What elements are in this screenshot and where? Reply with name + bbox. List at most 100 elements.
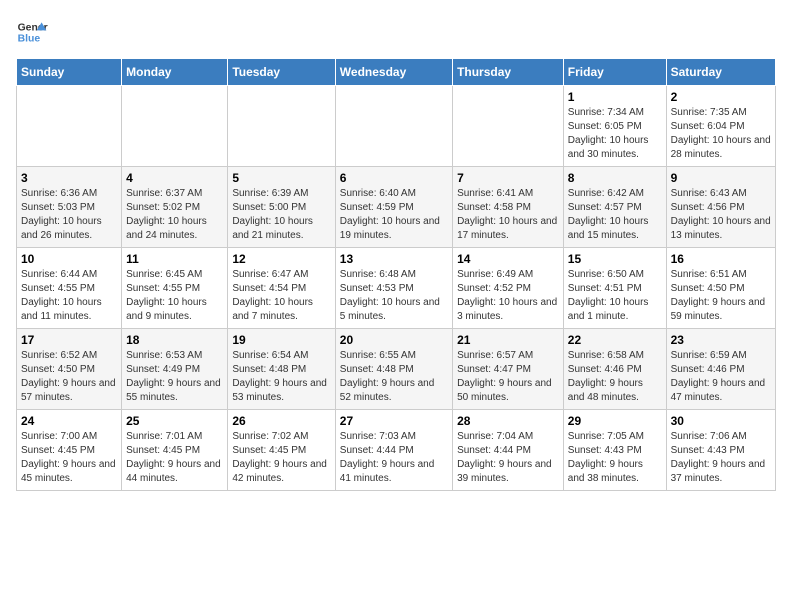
day-info: Sunrise: 6:45 AM Sunset: 4:55 PM Dayligh… bbox=[126, 268, 223, 324]
day-number: 13 bbox=[340, 252, 448, 266]
day-info: Sunrise: 6:41 AM Sunset: 4:58 PM Dayligh… bbox=[457, 187, 559, 243]
day-number: 12 bbox=[232, 252, 330, 266]
calendar-cell: 12Sunrise: 6:47 AM Sunset: 4:54 PM Dayli… bbox=[228, 248, 335, 329]
calendar-header-wednesday: Wednesday bbox=[335, 59, 452, 86]
day-info: Sunrise: 6:49 AM Sunset: 4:52 PM Dayligh… bbox=[457, 268, 559, 324]
calendar-week-row: 1 Sunrise: 7:34 AM Sunset: 6:05 PM Daylig… bbox=[17, 86, 776, 167]
calendar-cell: 23 Sunrise: 6:59 AM Sunset: 4:46 PM Dayli… bbox=[666, 329, 775, 410]
calendar-cell: 10Sunrise: 6:44 AM Sunset: 4:55 PM Dayli… bbox=[17, 248, 122, 329]
calendar-cell: 14 Sunrise: 6:49 AM Sunset: 4:52 PM Dayli… bbox=[453, 248, 564, 329]
day-number: 18 bbox=[126, 333, 223, 347]
day-info: Sunrise: 7:34 AM Sunset: 6:05 PM Dayligh… bbox=[568, 106, 662, 162]
day-number: 26 bbox=[232, 414, 330, 428]
day-number: 23 bbox=[671, 333, 771, 347]
day-number: 5 bbox=[232, 171, 330, 185]
calendar-cell bbox=[17, 86, 122, 167]
calendar-cell: 6Sunrise: 6:40 AM Sunset: 4:59 PM Daylig… bbox=[335, 167, 452, 248]
day-number: 8 bbox=[568, 171, 662, 185]
calendar-body: 1 Sunrise: 7:34 AM Sunset: 6:05 PM Daylig… bbox=[17, 86, 776, 491]
day-info: Sunrise: 7:35 AM Sunset: 6:04 PM Dayligh… bbox=[671, 106, 771, 162]
calendar-cell: 29 Sunrise: 7:05 AM Sunset: 4:43 PM Dayli… bbox=[563, 410, 666, 491]
day-number: 29 bbox=[568, 414, 662, 428]
day-info: Sunrise: 6:37 AM Sunset: 5:02 PM Dayligh… bbox=[126, 187, 223, 243]
day-number: 24 bbox=[21, 414, 117, 428]
day-info: Sunrise: 6:50 AM Sunset: 4:51 PM Dayligh… bbox=[568, 268, 662, 324]
day-info: Sunrise: 6:48 AM Sunset: 4:53 PM Dayligh… bbox=[340, 268, 448, 324]
day-number: 19 bbox=[232, 333, 330, 347]
day-info: Sunrise: 6:58 AM Sunset: 4:46 PM Dayligh… bbox=[568, 349, 662, 405]
day-info: Sunrise: 6:36 AM Sunset: 5:03 PM Dayligh… bbox=[21, 187, 117, 243]
day-number: 28 bbox=[457, 414, 559, 428]
day-number: 20 bbox=[340, 333, 448, 347]
day-number: 10 bbox=[21, 252, 117, 266]
calendar-cell: 19 Sunrise: 6:54 AM Sunset: 4:48 PM Dayli… bbox=[228, 329, 335, 410]
calendar-cell: 22 Sunrise: 6:58 AM Sunset: 4:46 PM Dayli… bbox=[563, 329, 666, 410]
logo: General Blue bbox=[16, 16, 48, 48]
calendar-cell: 1 Sunrise: 7:34 AM Sunset: 6:05 PM Daylig… bbox=[563, 86, 666, 167]
day-info: Sunrise: 6:51 AM Sunset: 4:50 PM Dayligh… bbox=[671, 268, 771, 324]
day-number: 2 bbox=[671, 90, 771, 104]
day-number: 16 bbox=[671, 252, 771, 266]
calendar-cell: 4 Sunrise: 6:37 AM Sunset: 5:02 PM Daylig… bbox=[122, 167, 228, 248]
calendar-cell bbox=[228, 86, 335, 167]
day-number: 22 bbox=[568, 333, 662, 347]
day-number: 25 bbox=[126, 414, 223, 428]
calendar-cell: 30 Sunrise: 7:06 AM Sunset: 4:43 PM Dayli… bbox=[666, 410, 775, 491]
svg-text:Blue: Blue bbox=[18, 34, 41, 45]
calendar-cell: 16 Sunrise: 6:51 AM Sunset: 4:50 PM Dayli… bbox=[666, 248, 775, 329]
calendar-cell: 2 Sunrise: 7:35 AM Sunset: 6:04 PM Daylig… bbox=[666, 86, 775, 167]
logo-icon: General Blue bbox=[16, 16, 48, 48]
calendar-week-row: 3 Sunrise: 6:36 AM Sunset: 5:03 PM Daylig… bbox=[17, 167, 776, 248]
calendar-cell: 24 Sunrise: 7:00 AM Sunset: 4:45 PM Dayli… bbox=[17, 410, 122, 491]
day-info: Sunrise: 6:40 AM Sunset: 4:59 PM Dayligh… bbox=[340, 187, 448, 243]
day-info: Sunrise: 6:43 AM Sunset: 4:56 PM Dayligh… bbox=[671, 187, 771, 243]
day-number: 15 bbox=[568, 252, 662, 266]
day-info: Sunrise: 6:53 AM Sunset: 4:49 PM Dayligh… bbox=[126, 349, 223, 405]
calendar-cell: 20 Sunrise: 6:55 AM Sunset: 4:48 PM Dayli… bbox=[335, 329, 452, 410]
day-number: 17 bbox=[21, 333, 117, 347]
day-info: Sunrise: 7:03 AM Sunset: 4:44 PM Dayligh… bbox=[340, 430, 448, 486]
day-number: 9 bbox=[671, 171, 771, 185]
day-number: 14 bbox=[457, 252, 559, 266]
day-info: Sunrise: 7:05 AM Sunset: 4:43 PM Dayligh… bbox=[568, 430, 662, 486]
calendar-cell bbox=[453, 86, 564, 167]
day-number: 4 bbox=[126, 171, 223, 185]
calendar-header-friday: Friday bbox=[563, 59, 666, 86]
day-number: 21 bbox=[457, 333, 559, 347]
calendar-header-tuesday: Tuesday bbox=[228, 59, 335, 86]
day-info: Sunrise: 7:00 AM Sunset: 4:45 PM Dayligh… bbox=[21, 430, 117, 486]
calendar-cell bbox=[335, 86, 452, 167]
calendar-cell: 13 Sunrise: 6:48 AM Sunset: 4:53 PM Dayli… bbox=[335, 248, 452, 329]
day-number: 3 bbox=[21, 171, 117, 185]
calendar-header-saturday: Saturday bbox=[666, 59, 775, 86]
calendar-week-row: 24 Sunrise: 7:00 AM Sunset: 4:45 PM Dayli… bbox=[17, 410, 776, 491]
day-number: 11 bbox=[126, 252, 223, 266]
calendar-cell: 11 Sunrise: 6:45 AM Sunset: 4:55 PM Dayli… bbox=[122, 248, 228, 329]
day-number: 7 bbox=[457, 171, 559, 185]
calendar-week-row: 10Sunrise: 6:44 AM Sunset: 4:55 PM Dayli… bbox=[17, 248, 776, 329]
day-info: Sunrise: 7:01 AM Sunset: 4:45 PM Dayligh… bbox=[126, 430, 223, 486]
calendar-week-row: 17 Sunrise: 6:52 AM Sunset: 4:50 PM Dayli… bbox=[17, 329, 776, 410]
day-info: Sunrise: 7:06 AM Sunset: 4:43 PM Dayligh… bbox=[671, 430, 771, 486]
calendar-cell: 5 Sunrise: 6:39 AM Sunset: 5:00 PM Daylig… bbox=[228, 167, 335, 248]
day-info: Sunrise: 7:04 AM Sunset: 4:44 PM Dayligh… bbox=[457, 430, 559, 486]
calendar-cell: 28 Sunrise: 7:04 AM Sunset: 4:44 PM Dayli… bbox=[453, 410, 564, 491]
calendar-cell: 18 Sunrise: 6:53 AM Sunset: 4:49 PM Dayli… bbox=[122, 329, 228, 410]
day-number: 1 bbox=[568, 90, 662, 104]
calendar-cell bbox=[122, 86, 228, 167]
calendar-cell: 15 Sunrise: 6:50 AM Sunset: 4:51 PM Dayli… bbox=[563, 248, 666, 329]
day-info: Sunrise: 6:54 AM Sunset: 4:48 PM Dayligh… bbox=[232, 349, 330, 405]
day-info: Sunrise: 6:55 AM Sunset: 4:48 PM Dayligh… bbox=[340, 349, 448, 405]
day-info: Sunrise: 7:02 AM Sunset: 4:45 PM Dayligh… bbox=[232, 430, 330, 486]
calendar-cell: 17 Sunrise: 6:52 AM Sunset: 4:50 PM Dayli… bbox=[17, 329, 122, 410]
calendar-cell: 7 Sunrise: 6:41 AM Sunset: 4:58 PM Daylig… bbox=[453, 167, 564, 248]
day-info: Sunrise: 6:39 AM Sunset: 5:00 PM Dayligh… bbox=[232, 187, 330, 243]
day-info: Sunrise: 6:57 AM Sunset: 4:47 PM Dayligh… bbox=[457, 349, 559, 405]
day-info: Sunrise: 6:59 AM Sunset: 4:46 PM Dayligh… bbox=[671, 349, 771, 405]
header: General Blue bbox=[16, 16, 776, 48]
day-number: 27 bbox=[340, 414, 448, 428]
day-info: Sunrise: 6:52 AM Sunset: 4:50 PM Dayligh… bbox=[21, 349, 117, 405]
day-number: 30 bbox=[671, 414, 771, 428]
calendar-cell: 26 Sunrise: 7:02 AM Sunset: 4:45 PM Dayli… bbox=[228, 410, 335, 491]
calendar-cell: 3 Sunrise: 6:36 AM Sunset: 5:03 PM Daylig… bbox=[17, 167, 122, 248]
